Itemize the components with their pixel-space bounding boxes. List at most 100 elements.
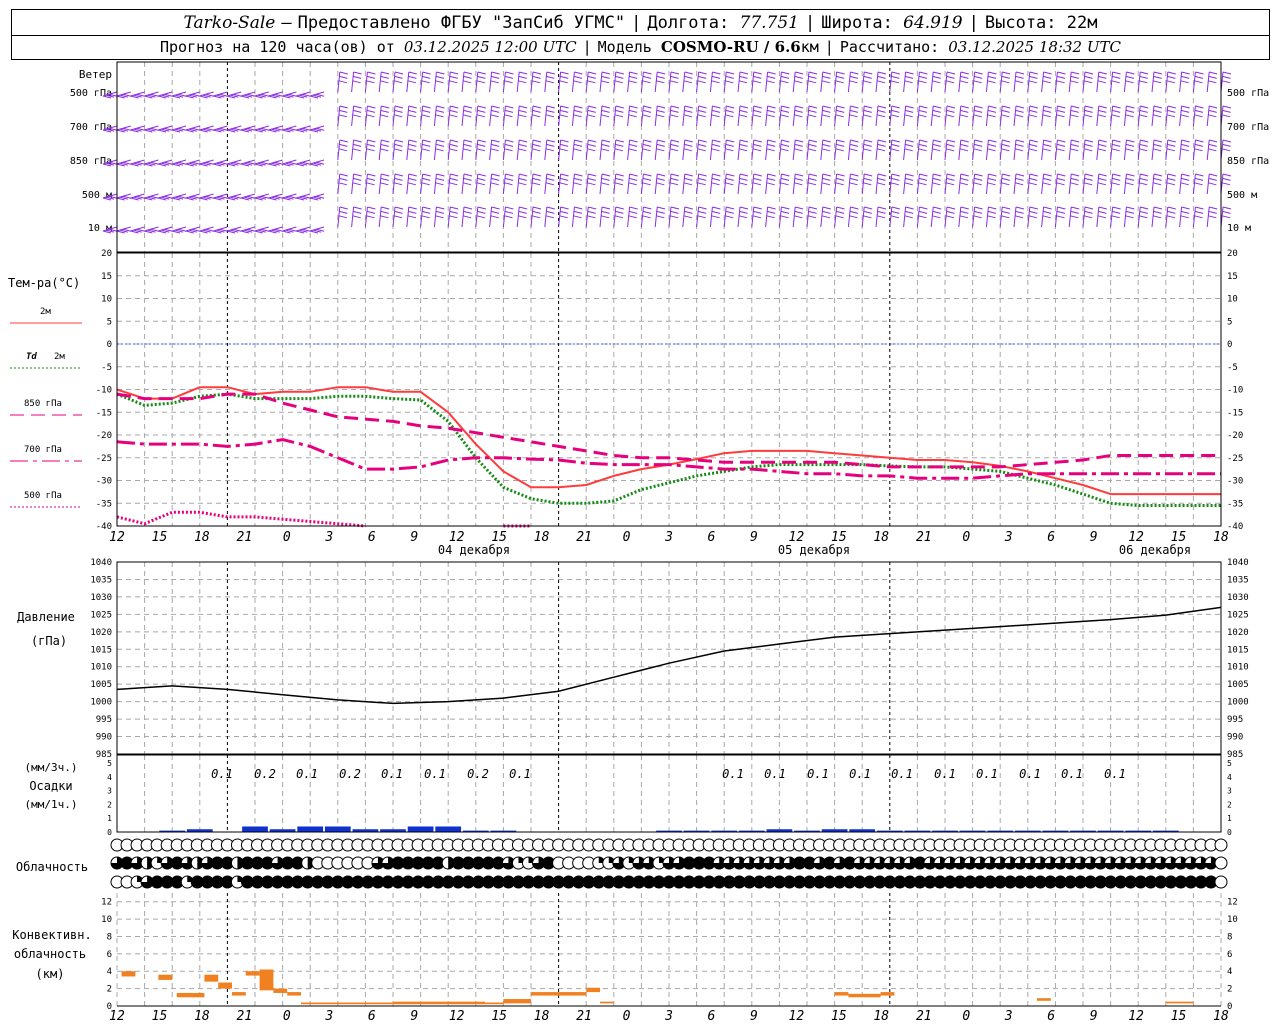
wind-barb <box>1013 71 1017 93</box>
wind-barb-flag <box>670 139 680 143</box>
wind-barb-flag <box>1002 71 1011 75</box>
wind-barb-flag <box>643 71 652 75</box>
wind-barb-flag <box>780 80 789 84</box>
wind-barb-flag <box>877 71 887 75</box>
wind-barb-flag <box>946 139 956 143</box>
precip-amount-label: 0.1 <box>211 767 233 781</box>
wind-barb-flag <box>697 182 706 186</box>
precip-tick-right: 4 <box>1227 773 1232 782</box>
wind-barb-flag <box>462 80 472 84</box>
wind-barb-flag <box>1001 148 1010 152</box>
wind-barb-flag <box>1056 210 1066 214</box>
hour-label-bottom: 0 <box>283 1009 291 1024</box>
wind-barb-flag <box>836 71 845 75</box>
wind-barb-flag <box>1153 173 1163 177</box>
conv-bar <box>204 974 219 982</box>
wind-barb-flag <box>711 114 720 118</box>
wind-barb-flag <box>394 71 404 75</box>
wind-barb-flag <box>1140 173 1149 177</box>
wind-barb-flag <box>504 80 513 84</box>
wind-barb-flag <box>1209 139 1218 143</box>
wind-barb <box>351 139 355 161</box>
wind-barb-flag <box>1028 182 1038 186</box>
hour-label-mid: 6 <box>368 530 376 545</box>
pressure-tick-right: 1035 <box>1227 575 1249 585</box>
wind-barb-flag <box>904 80 913 84</box>
wind-barb-flag <box>891 173 900 177</box>
wind-barb-flag <box>380 215 389 219</box>
wind-barb-flag <box>807 215 817 219</box>
wind-barb-flag <box>904 182 913 186</box>
hour-label-bottom: 15 <box>831 1009 847 1024</box>
wind-barb-flag <box>614 182 624 186</box>
wind-barb-flag <box>849 210 859 214</box>
wind-barb-flag <box>698 139 707 143</box>
wind-barb-flag <box>491 105 500 109</box>
wind-barb-flag <box>794 109 803 113</box>
wind-barb-flag <box>504 109 514 113</box>
wind-barb-flag <box>1180 148 1189 152</box>
conv-bar <box>848 993 881 998</box>
wind-barb-flag <box>1222 109 1231 113</box>
wind-barb-flag <box>1112 210 1121 214</box>
conv-tick-left: 2 <box>107 985 112 995</box>
wind-barb-flag <box>780 75 790 79</box>
wind-barb-flag <box>476 215 486 219</box>
wind-barb-flag <box>849 182 858 186</box>
wind-barb-flag <box>891 105 900 109</box>
wind-barb-flag <box>1111 148 1120 152</box>
wind-barb-flag <box>987 148 996 152</box>
wind-barb-flag <box>339 109 348 113</box>
wind-barb <box>1179 206 1183 228</box>
wind-barb-flag <box>546 210 555 214</box>
wind-barb-flag <box>849 80 858 84</box>
wind-barb-flag <box>1001 210 1010 214</box>
hour-label-bottom: 15 <box>152 1009 168 1024</box>
conv-bar <box>531 992 587 996</box>
wind-barb <box>378 71 382 93</box>
wind-barb-flag <box>629 109 638 113</box>
wind-barb-flag <box>1084 71 1094 75</box>
wind-barb <box>709 105 713 127</box>
wind-barb <box>1041 105 1045 127</box>
wind-barb-flag <box>1084 109 1093 113</box>
wind-barb-flag <box>587 109 596 113</box>
wind-barb-flag <box>367 206 376 210</box>
wind-barb-flag <box>987 210 997 214</box>
wind-barb-flag <box>573 143 583 147</box>
hour-label-bottom: 21 <box>576 1009 592 1024</box>
wind-barb-flag <box>545 182 555 186</box>
wind-barb-flag <box>712 206 721 210</box>
wind-barb-flag <box>491 109 500 113</box>
wind-barb-flag <box>1195 173 1204 177</box>
wind-barb-flag <box>822 75 831 79</box>
wind-barb-flag <box>407 215 417 219</box>
wind-barb-flag <box>476 148 486 152</box>
hour-label-bottom: 12 <box>449 1009 465 1024</box>
wind-barb-flag <box>753 75 762 79</box>
wind-barb-flag <box>738 114 748 118</box>
precip-tick-left: 4 <box>107 773 112 782</box>
wind-barb-flag <box>545 80 555 84</box>
wind-barb-flag <box>601 206 611 210</box>
wind-barb-flag <box>1181 139 1190 143</box>
wind-barb-flag <box>643 173 652 177</box>
wind-barb-flag <box>987 109 997 113</box>
wind-barb-flag <box>546 71 555 75</box>
wind-barb-flag <box>436 105 445 109</box>
wind-barb-flag <box>477 109 486 113</box>
wind-barb-flag <box>449 109 458 113</box>
wind-barb-flag <box>822 139 831 143</box>
wind-barb <box>571 71 575 93</box>
wind-barb-flag <box>780 182 789 186</box>
wind-barb-flag <box>352 80 361 84</box>
wind-barb-flag <box>394 177 403 181</box>
wind-barb-flag <box>753 177 762 181</box>
wind-barb-flag <box>615 105 624 109</box>
wind-barb-flag <box>615 75 624 79</box>
wind-barb-flag <box>753 109 762 113</box>
wind-barb <box>351 206 355 228</box>
wind-barb-flag <box>1056 182 1065 186</box>
wind-barb-flag <box>1181 210 1190 214</box>
conv-bar <box>503 999 531 1004</box>
